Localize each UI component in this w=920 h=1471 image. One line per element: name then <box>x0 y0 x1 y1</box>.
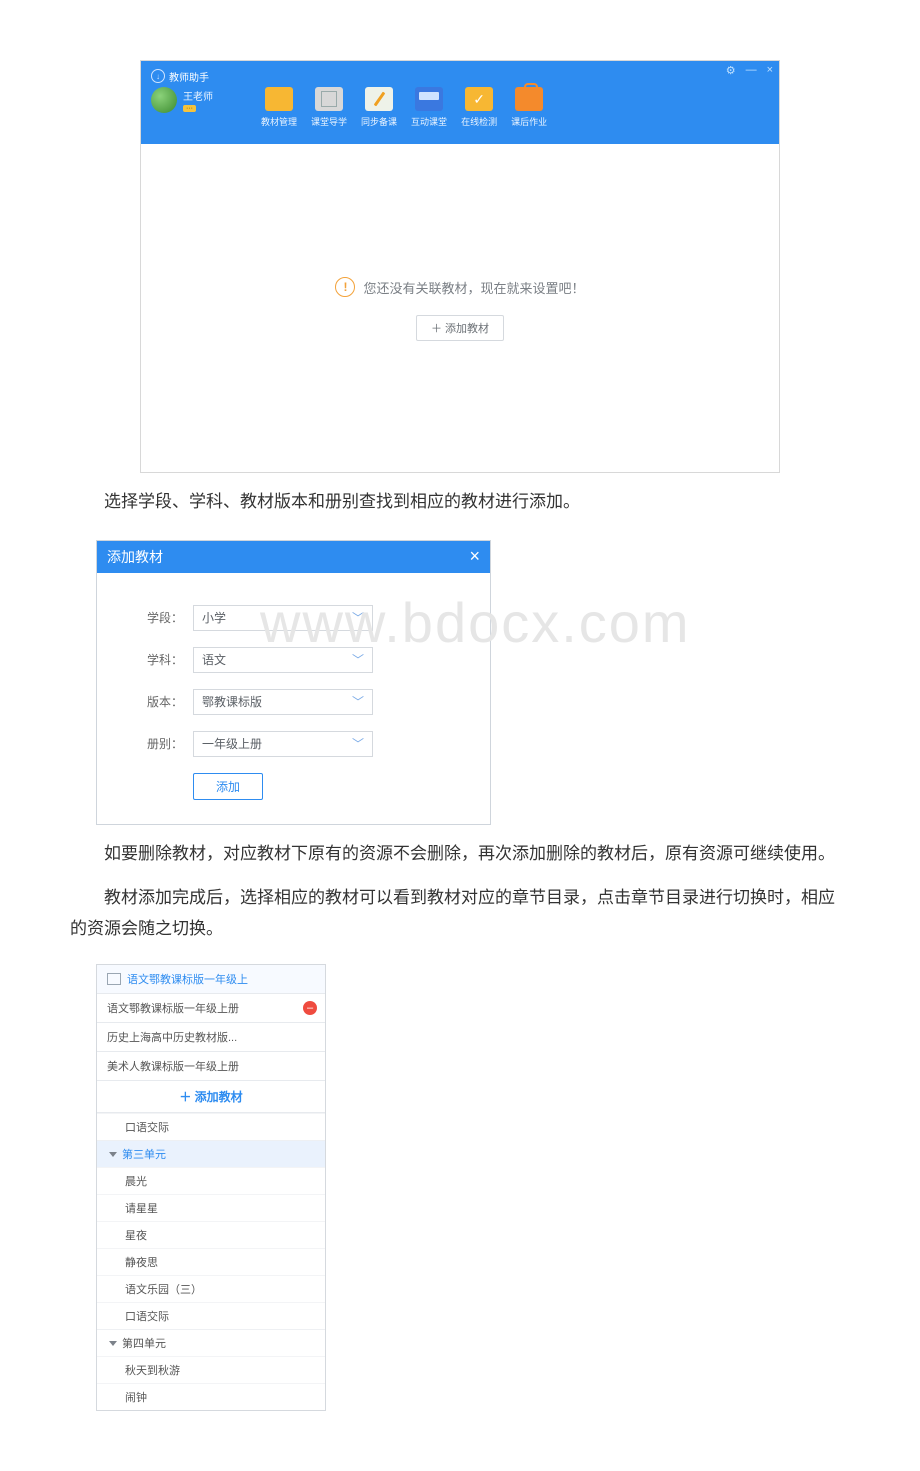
app-body: ! 您还没有关联教材，现在就来设置吧！ ＋ 添加教材 <box>141 144 779 473</box>
nav-label: 课堂导学 <box>311 115 347 128</box>
stage-value: 小学 <box>202 609 226 626</box>
app-title: 教师助手 <box>169 69 209 84</box>
nav-label: 同步备课 <box>361 115 397 128</box>
nav-item-prepare[interactable]: 同步备课 <box>361 87 397 128</box>
unit-head[interactable]: 第三单元 <box>97 1140 325 1167</box>
app-header: ↓ 教师助手 ⚙ — × 王老师 ··· 教材管理 <box>141 61 779 144</box>
nav-label: 在线检测 <box>461 115 497 128</box>
chapter-panel: 语文鄂教课标版一年级上 语文鄂教课标版一年级上册 – 历史上海高中历史教材版..… <box>96 964 326 1411</box>
bag-icon <box>515 87 543 111</box>
nav-label: 教材管理 <box>261 115 297 128</box>
chapter-leaf[interactable]: 静夜思 <box>97 1248 325 1275</box>
subject-select[interactable]: 语文 ﹀ <box>193 647 373 673</box>
book-row[interactable]: 语文鄂教课标版一年级上册 – <box>97 994 325 1023</box>
version-select[interactable]: 鄂教课标版 ﹀ <box>193 689 373 715</box>
nav-item-guide[interactable]: 课堂导学 <box>311 87 347 128</box>
dialog-close-icon[interactable]: × <box>469 546 480 567</box>
dialog-title: 添加教材 <box>107 547 163 567</box>
chevron-down-icon: ﹀ <box>352 693 364 710</box>
chevron-down-icon: ﹀ <box>352 609 364 626</box>
chapter-leaf[interactable]: 口语交际 <box>97 1113 325 1140</box>
subject-value: 语文 <box>202 651 226 668</box>
nav-item-class[interactable]: 互动课堂 <box>411 87 447 128</box>
triangle-down-icon <box>109 1152 117 1157</box>
nav-item-homework[interactable]: 课后作业 <box>511 87 547 128</box>
nav-bar: 教材管理 课堂导学 同步备课 互动课堂 ✓ 在线检测 <box>261 87 547 128</box>
book-row[interactable]: 历史上海高中历史教材版... <box>97 1023 325 1052</box>
chapter-leaf[interactable]: 口语交际 <box>97 1302 325 1329</box>
info-icon: ! <box>335 277 355 297</box>
book-label: 历史上海高中历史教材版... <box>107 1029 237 1045</box>
add-textbook-button[interactable]: ＋ 添加教材 <box>416 315 504 341</box>
chapter-leaf[interactable]: 语文乐园（三） <box>97 1275 325 1302</box>
stage-label: 学段： <box>137 609 193 626</box>
volume-value: 一年级上册 <box>202 735 262 752</box>
close-icon[interactable]: × <box>767 64 773 77</box>
check-icon: ✓ <box>465 87 493 111</box>
unit-head[interactable]: 第四单元 <box>97 1329 325 1356</box>
version-value: 鄂教课标版 <box>202 693 262 710</box>
user-badge: ··· <box>183 105 196 112</box>
nav-item-test[interactable]: ✓ 在线检测 <box>461 87 497 128</box>
app-window: ↓ 教师助手 ⚙ — × 王老师 ··· 教材管理 <box>140 60 780 473</box>
book-row[interactable]: 美术人教课标版一年级上册 <box>97 1052 325 1081</box>
book-label: 语文鄂教课标版一年级上 <box>127 971 248 987</box>
volume-label: 册别： <box>137 735 193 752</box>
settings-icon[interactable]: ⚙ <box>726 64 736 77</box>
unit-title: 第四单元 <box>122 1335 166 1351</box>
add-textbook-row[interactable]: ＋ 添加教材 <box>97 1081 325 1113</box>
unit-title: 第三单元 <box>122 1146 166 1162</box>
doc-line-1: 选择学段、学科、教材版本和册别查找到相应的教材进行添加。 <box>70 487 850 518</box>
subject-label: 学科： <box>137 651 193 668</box>
nav-label: 课后作业 <box>511 115 547 128</box>
chapter-leaf[interactable]: 秋天到秋游 <box>97 1356 325 1383</box>
chapter-leaf[interactable]: 星夜 <box>97 1221 325 1248</box>
chapter-leaf[interactable]: 请星星 <box>97 1194 325 1221</box>
chapter-leaf[interactable]: 晨光 <box>97 1167 325 1194</box>
book-label: 语文鄂教课标版一年级上册 <box>107 1000 239 1016</box>
remove-icon[interactable]: – <box>303 1001 317 1015</box>
folder-icon <box>265 87 293 111</box>
doc-line-3: 教材添加完成后，选择相应的教材可以看到教材对应的章节目录，点击章节目录进行切换时… <box>70 883 850 944</box>
doc-icon <box>315 87 343 111</box>
doc-line-2: 如要删除教材，对应教材下原有的资源不会删除，再次添加删除的教材后，原有资源可继续… <box>70 839 850 870</box>
volume-select[interactable]: 一年级上册 ﹀ <box>193 731 373 757</box>
avatar <box>151 87 177 113</box>
empty-hint: 您还没有关联教材，现在就来设置吧！ <box>363 278 584 297</box>
chevron-down-icon: ﹀ <box>352 651 364 668</box>
minimize-icon[interactable]: — <box>746 64 757 77</box>
book-icon <box>107 973 121 985</box>
chapter-leaf[interactable]: 闹钟 <box>97 1383 325 1410</box>
nav-label: 互动课堂 <box>411 115 447 128</box>
version-label: 版本： <box>137 693 193 710</box>
app-logo-icon: ↓ <box>151 69 165 83</box>
chevron-down-icon: ﹀ <box>352 735 364 752</box>
nav-item-textbook[interactable]: 教材管理 <box>261 87 297 128</box>
book-label: 美术人教课标版一年级上册 <box>107 1058 239 1074</box>
user-name: 王老师 <box>183 92 213 103</box>
book-row[interactable]: 语文鄂教课标版一年级上 <box>97 965 325 994</box>
user-block[interactable]: 王老师 ··· <box>151 87 213 113</box>
triangle-down-icon <box>109 1341 117 1346</box>
add-textbook-dialog: 添加教材 × 学段： 小学 ﹀ 学科： 语文 ﹀ 版本： 鄂 <box>96 540 491 825</box>
stage-select[interactable]: 小学 ﹀ <box>193 605 373 631</box>
dialog-submit-button[interactable]: 添加 <box>193 773 263 800</box>
pencil-icon <box>365 87 393 111</box>
board-icon <box>415 87 443 111</box>
